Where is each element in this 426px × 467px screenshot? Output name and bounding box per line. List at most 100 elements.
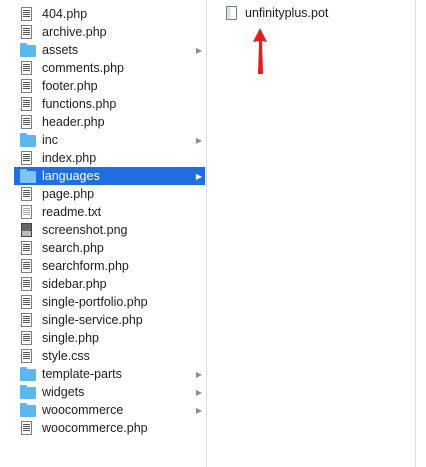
file-item[interactable]: page.php [14,185,205,203]
item-label: single.php [42,331,99,345]
document-shape [21,6,32,21]
item-label: search.php [42,241,104,255]
php-file-icon [20,258,34,274]
document-shape [21,204,32,219]
chevron-right-icon: ▶ [195,45,203,55]
file-item[interactable]: searchform.php [14,257,205,275]
file-item[interactable]: style.css [14,347,205,365]
item-label: index.php [42,151,97,165]
folder-icon [20,168,36,184]
item-label: readme.txt [42,205,102,219]
php-file-icon [20,276,34,292]
document-shape [21,222,32,237]
text-file-icon [20,204,34,220]
item-label: comments.php [42,61,124,75]
column-divider[interactable] [206,0,207,467]
chevron-right-icon: ▶ [195,387,203,397]
php-file-icon [20,312,34,328]
column-divider-right[interactable] [415,0,416,467]
folder-icon [20,366,36,382]
item-label: header.php [42,115,105,129]
folder-shape [20,384,36,399]
chevron-right-icon: ▶ [195,171,203,181]
file-item[interactable]: woocommerce.php [14,419,205,437]
php-file-icon [20,186,34,202]
document-shape [21,96,32,111]
php-file-icon [20,420,34,436]
file-item[interactable]: archive.php [14,23,205,41]
item-label: page.php [42,187,95,201]
document-shape [21,150,32,165]
item-label: style.css [42,349,90,363]
item-label: single-service.php [42,313,143,327]
item-label: widgets [42,385,85,399]
folder-shape [20,402,36,417]
folder-item[interactable]: widgets ▶ [14,383,205,401]
php-file-icon [20,24,34,40]
item-label: searchform.php [42,259,129,273]
item-label: woocommerce.php [42,421,148,435]
folder-item[interactable]: template-parts ▶ [14,365,205,383]
folder-shape [20,168,36,183]
file-item[interactable]: single-portfolio.php [14,293,205,311]
php-file-icon [20,330,34,346]
php-file-icon [20,96,34,112]
file-item[interactable]: header.php [14,113,205,131]
folder-item[interactable]: woocommerce ▶ [14,401,205,419]
folder-shape [20,366,36,381]
item-label: assets [42,43,79,57]
item-label: sidebar.php [42,277,107,291]
document-shape [21,348,32,363]
file-item[interactable]: sidebar.php [14,275,205,293]
document-shape [21,240,32,255]
file-item[interactable]: 404.php [14,5,205,23]
document-shape [21,186,32,201]
item-label: inc [42,133,58,147]
file-item[interactable]: index.php [14,149,205,167]
document-shape [21,294,32,309]
folder-icon [20,42,36,58]
php-file-icon [20,114,34,130]
item-label: functions.php [42,97,117,111]
file-item[interactable]: single-service.php [14,311,205,329]
item-label: archive.php [42,25,107,39]
file-item[interactable]: footer.php [14,77,205,95]
item-label: template-parts [42,367,122,381]
file-column-theme: 404.php archive.php assets ▶ comments.php foo… [14,0,205,467]
item-label: footer.php [42,79,98,93]
item-label: woocommerce [42,403,124,417]
folder-icon [20,384,36,400]
item-label: screenshot.png [42,223,128,237]
php-file-icon [20,78,34,94]
folder-icon [20,132,36,148]
document-shape [21,258,32,273]
pot-file-icon [226,6,237,20]
document-shape [21,24,32,39]
chevron-right-icon: ▶ [195,405,203,415]
folder-item[interactable]: inc ▶ [14,131,205,149]
folder-shape [20,42,36,57]
folder-item[interactable]: assets ▶ [14,41,205,59]
file-item[interactable]: functions.php [14,95,205,113]
document-shape [21,78,32,93]
document-shape [21,276,32,291]
php-file-icon [20,60,34,76]
document-shape [21,330,32,345]
document-shape [21,420,32,435]
file-item[interactable]: screenshot.png [14,221,205,239]
php-file-icon [20,240,34,256]
chevron-right-icon: ▶ [195,135,203,145]
file-item[interactable]: comments.php [14,59,205,77]
file-item[interactable]: readme.txt [14,203,205,221]
php-file-icon [20,150,34,166]
image-file-icon [20,222,34,238]
red-arrow-icon [253,28,267,74]
document-shape [21,312,32,327]
folder-item[interactable]: languages ▶ [14,167,205,185]
file-item[interactable]: single.php [14,329,205,347]
chevron-right-icon: ▶ [195,369,203,379]
file-item[interactable]: search.php [14,239,205,257]
file-item-pot[interactable]: unfinityplus.pot [226,4,328,22]
php-file-icon [20,294,34,310]
item-label: single-portfolio.php [42,295,148,309]
